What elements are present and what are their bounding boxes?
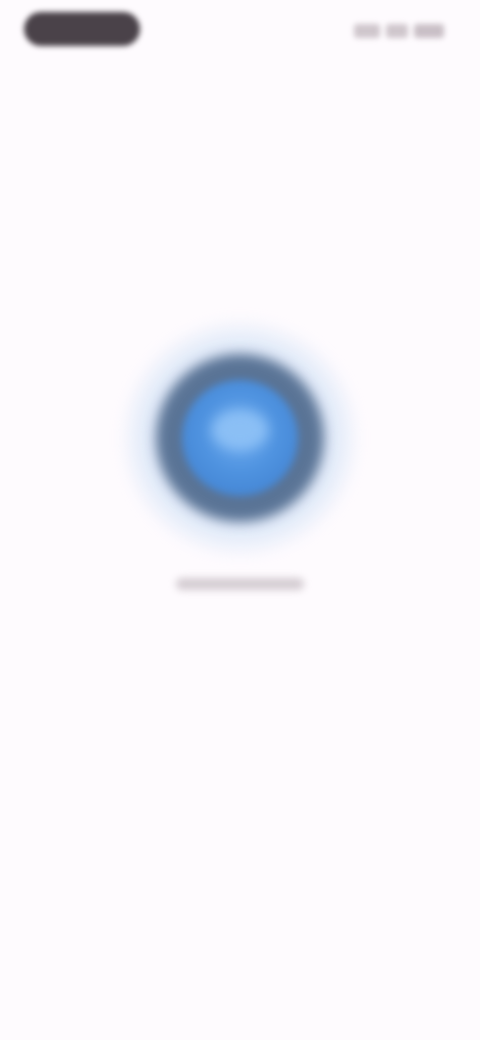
battery-icon (414, 24, 444, 38)
loading-indicator (120, 318, 360, 558)
loader-highlight (212, 410, 268, 450)
loading-label (172, 572, 308, 598)
app-screen (0, 0, 480, 1040)
status-time (24, 12, 140, 46)
wifi-icon (386, 24, 408, 38)
signal-icon (354, 24, 380, 38)
status-bar (0, 0, 480, 64)
status-icons (354, 20, 444, 42)
